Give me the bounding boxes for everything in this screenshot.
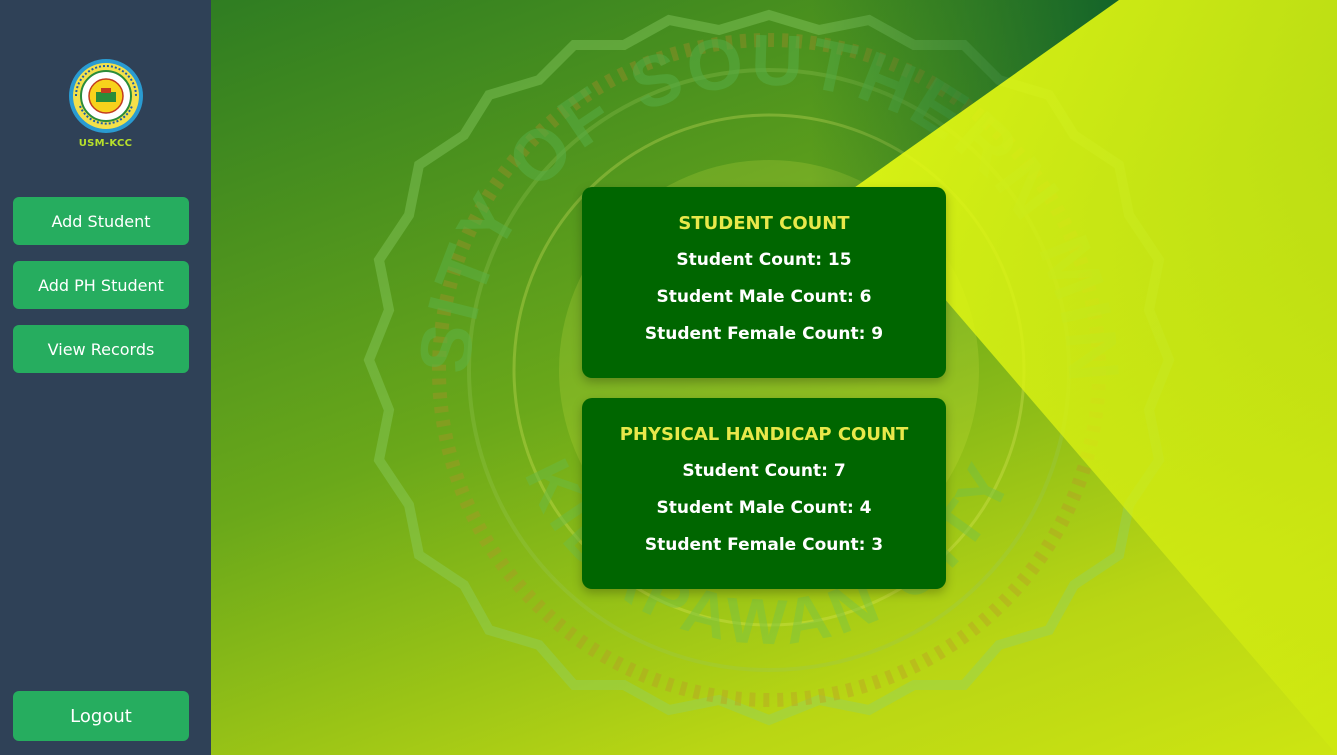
ph-total-count: Student Count: 7 bbox=[682, 461, 846, 481]
student-total-count: Student Count: 15 bbox=[676, 250, 852, 270]
ph-count-title: PHYSICAL HANDICAP COUNT bbox=[619, 424, 909, 445]
student-male-count: Student Male Count: 6 bbox=[656, 287, 872, 307]
ph-male-count: Student Male Count: 4 bbox=[656, 498, 872, 518]
student-count-card: STUDENT COUNT Student Count: 15 Student … bbox=[582, 187, 946, 378]
ph-female-count: Student Female Count: 3 bbox=[644, 535, 884, 555]
physical-handicap-count-card: PHYSICAL HANDICAP COUNT Student Count: 7… bbox=[582, 398, 946, 589]
logo-label: USM-KCC bbox=[78, 138, 133, 149]
add-ph-student-button[interactable]: Add PH Student bbox=[13, 261, 189, 309]
university-seal-logo-icon bbox=[68, 59, 143, 133]
student-female-count: Student Female Count: 9 bbox=[644, 324, 884, 344]
sidebar-logo-block: USM-KCC bbox=[0, 58, 211, 149]
main-content: UNIVERSITY OF SOUTHERN MINDANAO KIDAPAWA… bbox=[211, 0, 1337, 755]
add-student-button[interactable]: Add Student bbox=[13, 197, 189, 245]
logout-button[interactable]: Logout bbox=[13, 691, 189, 741]
view-records-button[interactable]: View Records bbox=[13, 325, 189, 373]
student-count-title: STUDENT COUNT bbox=[678, 213, 850, 234]
sidebar: USM-KCC Add Student Add PH Student View … bbox=[0, 0, 211, 755]
dashboard-app: USM-KCC Add Student Add PH Student View … bbox=[0, 0, 1337, 755]
